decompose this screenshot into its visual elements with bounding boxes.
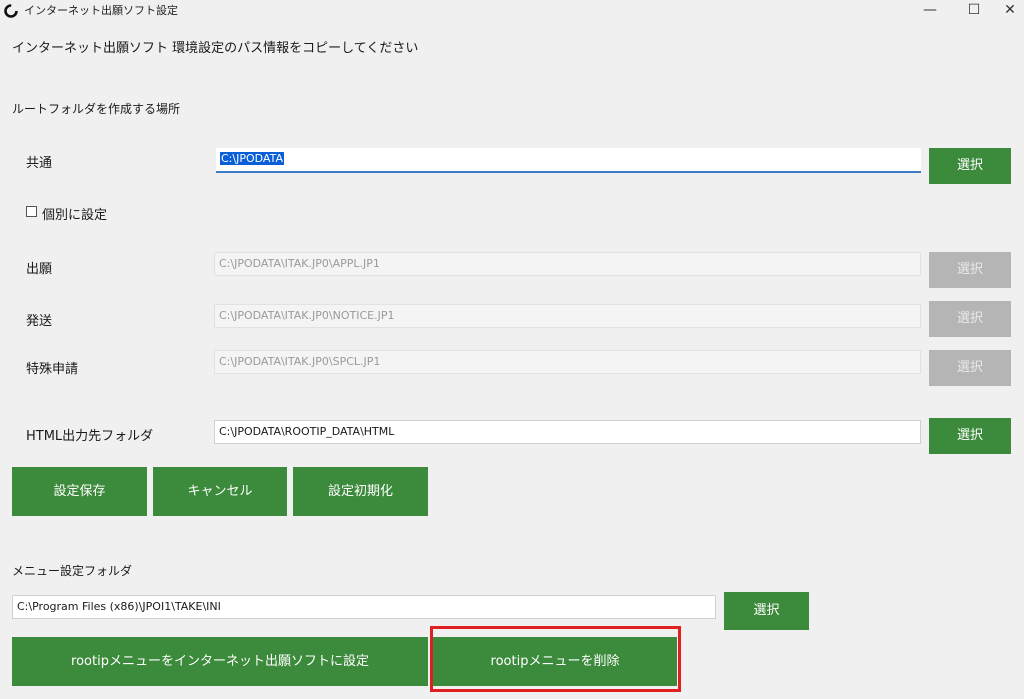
- special-request-path-input: C:\JPODATA\ITAK.JP0\SPCL.JP1: [214, 350, 921, 374]
- dispatch-path-input: C:\JPODATA\ITAK.JP0\NOTICE.JP1: [214, 304, 921, 328]
- save-settings-button[interactable]: 設定保存: [12, 467, 147, 516]
- set-rootip-menu-button[interactable]: rootipメニューをインターネット出願ソフトに設定: [12, 637, 428, 686]
- highlight-box: [430, 626, 681, 692]
- window-title: インターネット出願ソフト設定: [24, 4, 178, 17]
- common-path-value: C:\JPODATA: [220, 152, 284, 165]
- app-icon: [4, 4, 18, 18]
- title-bar: インターネット出願ソフト設定 — ☐ ✕: [0, 0, 1024, 22]
- menu-folder-heading: メニュー設定フォルダ: [12, 564, 133, 578]
- menu-folder-select-button[interactable]: 選択: [724, 592, 809, 630]
- special-request-label: 特殊申請: [26, 362, 79, 377]
- individual-setting-label: 個別に設定: [42, 208, 108, 223]
- application-path-input: C:\JPODATA\ITAK.JP0\APPL.JP1: [214, 252, 921, 276]
- html-output-select-button[interactable]: 選択: [929, 418, 1011, 454]
- common-select-button[interactable]: 選択: [929, 148, 1011, 184]
- close-button[interactable]: ✕: [996, 0, 1024, 22]
- maximize-button[interactable]: ☐: [956, 0, 992, 22]
- html-output-path-input[interactable]: C:\JPODATA\ROOTIP_DATA\HTML: [214, 420, 921, 444]
- root-folder-heading: ルートフォルダを作成する場所: [12, 102, 181, 116]
- html-output-label: HTML出力先フォルダ: [26, 429, 154, 444]
- dispatch-select-button: 選択: [929, 301, 1011, 337]
- menu-folder-path-input[interactable]: C:\Program Files (x86)\JPOI1\TAKE\INI: [12, 595, 716, 619]
- instruction-text: インターネット出願ソフト 環境設定のパス情報をコピーしてください: [12, 41, 419, 56]
- special-request-select-button: 選択: [929, 350, 1011, 386]
- dispatch-label: 発送: [26, 314, 53, 329]
- common-path-input[interactable]: C:\JPODATA: [216, 148, 921, 173]
- common-label: 共通: [26, 156, 53, 171]
- individual-setting-checkbox[interactable]: [26, 206, 37, 217]
- application-label: 出願: [26, 262, 53, 277]
- reset-settings-button[interactable]: 設定初期化: [293, 467, 428, 516]
- application-select-button: 選択: [929, 252, 1011, 288]
- minimize-button[interactable]: —: [912, 0, 948, 22]
- cancel-button[interactable]: キャンセル: [153, 467, 287, 516]
